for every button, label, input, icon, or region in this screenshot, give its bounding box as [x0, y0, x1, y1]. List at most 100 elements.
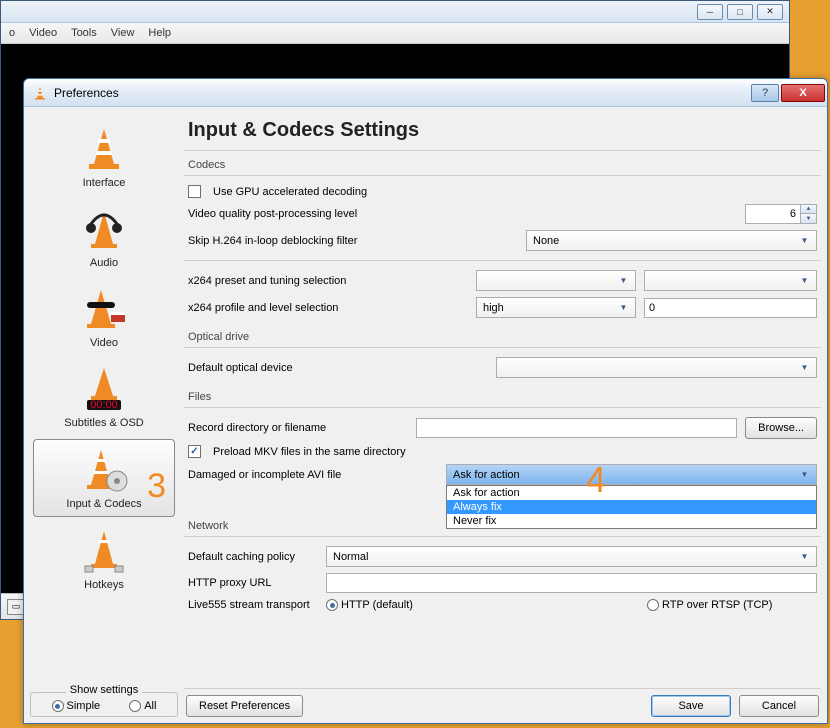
- dialog-footer: Reset Preferences Save Cancel: [184, 688, 821, 717]
- default-optical-combo[interactable]: ▼: [496, 357, 817, 378]
- dialog-titlebar: Preferences ? X: [24, 79, 827, 107]
- sidebar-item-interface[interactable]: Interface: [33, 119, 175, 195]
- chevron-down-icon: ▼: [797, 236, 812, 245]
- parent-menubar: o Video Tools View Help: [1, 23, 789, 44]
- spinner-up-icon[interactable]: ▲: [801, 205, 816, 214]
- menu-item[interactable]: o: [9, 27, 15, 39]
- radio-icon: [647, 599, 659, 611]
- live555-http-radio[interactable]: HTTP (default): [326, 599, 496, 611]
- annotation-3: 3: [147, 467, 166, 506]
- avi-dropdown-list: Ask for action Always fix Never fix: [446, 485, 817, 529]
- x264-preset-label: x264 preset and tuning selection: [188, 275, 468, 287]
- x264-profile-label: x264 profile and level selection: [188, 302, 468, 314]
- dialog-close-button[interactable]: X: [781, 84, 825, 102]
- menu-item[interactable]: Tools: [71, 27, 97, 39]
- sidebar-item-hotkeys[interactable]: Hotkeys: [33, 521, 175, 597]
- x264-tuning-combo[interactable]: ▼: [644, 270, 817, 291]
- avi-option-ask[interactable]: Ask for action: [447, 486, 816, 500]
- cone-keys-icon: [78, 525, 130, 577]
- menu-item[interactable]: Video: [29, 27, 57, 39]
- group-network: Network Default caching policy Normal▼ H…: [184, 518, 821, 614]
- vlc-cone-icon: [32, 85, 48, 101]
- combo-value: None: [533, 235, 797, 247]
- proxy-input[interactable]: [326, 573, 817, 593]
- combo-value: Normal: [333, 551, 797, 563]
- cone-glasses-icon: [78, 283, 130, 335]
- record-dir-label: Record directory or filename: [188, 422, 408, 434]
- cone-disc-icon: [78, 444, 130, 496]
- radio-icon: [52, 700, 64, 712]
- caching-label: Default caching policy: [188, 551, 318, 563]
- combo-value: Ask for action: [453, 469, 797, 481]
- parent-titlebar: ─ □ ✕: [1, 1, 789, 23]
- settings-panel: Input & Codecs Settings Codecs Use GPU a…: [184, 113, 821, 717]
- chevron-down-icon: ▼: [797, 276, 812, 285]
- sidebar-item-label: Hotkeys: [84, 579, 124, 591]
- cone-headphones-icon: [78, 203, 130, 255]
- live555-label: Live555 stream transport: [188, 599, 318, 611]
- group-files: Files Record directory or filename Brows…: [184, 389, 821, 488]
- video-quality-input[interactable]: [745, 204, 801, 224]
- preferences-dialog: Preferences ? X Interface Audio Video: [23, 78, 828, 724]
- sidebar-item-label: Interface: [83, 177, 126, 189]
- avi-label: Damaged or incomplete AVI file: [188, 469, 438, 481]
- parent-close-button[interactable]: ✕: [757, 4, 783, 20]
- show-settings-all-radio[interactable]: All: [129, 700, 156, 712]
- show-settings-simple-radio[interactable]: Simple: [52, 700, 101, 712]
- sidebar-item-label: Video: [90, 337, 118, 349]
- menu-item[interactable]: View: [111, 27, 135, 39]
- chevron-down-icon: ▼: [616, 303, 631, 312]
- spinner-down-icon[interactable]: ▼: [801, 214, 816, 223]
- menu-item[interactable]: Help: [148, 27, 171, 39]
- sidebar-item-subtitles[interactable]: 00:00 Subtitles & OSD: [33, 359, 175, 435]
- browse-button[interactable]: Browse...: [745, 417, 817, 439]
- page-title: Input & Codecs Settings: [184, 113, 821, 150]
- live555-rtp-radio[interactable]: RTP over RTSP (TCP): [647, 599, 817, 611]
- preload-mkv-checkbox[interactable]: [188, 445, 201, 458]
- show-settings-group: Show settings Simple All: [30, 692, 178, 717]
- video-quality-spinner[interactable]: ▲▼: [745, 204, 817, 224]
- annotation-4: 4: [586, 459, 606, 501]
- avi-combo[interactable]: Ask for action ▼ Ask for action Always f…: [446, 464, 817, 485]
- sidebar-item-audio[interactable]: Audio: [33, 199, 175, 275]
- radio-label: All: [144, 700, 156, 712]
- group-title: Files: [184, 389, 821, 407]
- parent-minimize-button[interactable]: ─: [697, 4, 723, 20]
- save-button[interactable]: Save: [651, 695, 731, 717]
- cone-icon: [78, 123, 130, 175]
- x264-preset-combo[interactable]: ▼: [476, 270, 636, 291]
- radio-label: HTTP (default): [341, 599, 413, 611]
- default-optical-label: Default optical device: [188, 362, 488, 374]
- dialog-title: Preferences: [54, 86, 751, 100]
- sidebar-item-label: Input & Codecs: [66, 498, 141, 510]
- avi-option-always[interactable]: Always fix: [447, 500, 816, 514]
- preload-mkv-label: Preload MKV files in the same directory: [213, 446, 406, 458]
- radio-label: RTP over RTSP (TCP): [662, 599, 772, 611]
- caching-combo[interactable]: Normal▼: [326, 546, 817, 567]
- svg-text:00:00: 00:00: [90, 399, 118, 411]
- gpu-decoding-label: Use GPU accelerated decoding: [213, 186, 367, 198]
- skip-h264-combo[interactable]: None ▼: [526, 230, 817, 251]
- chevron-down-icon: ▼: [797, 363, 812, 372]
- group-title: Codecs: [184, 157, 821, 175]
- sidebar-item-label: Subtitles & OSD: [64, 417, 143, 429]
- category-sidebar: Interface Audio Video 00:00 Subtitles & …: [30, 113, 178, 717]
- dialog-help-button[interactable]: ?: [751, 84, 779, 102]
- reset-preferences-button[interactable]: Reset Preferences: [186, 695, 303, 717]
- proxy-label: HTTP proxy URL: [188, 577, 318, 589]
- avi-option-never[interactable]: Never fix: [447, 514, 816, 528]
- x264-level-input[interactable]: [644, 298, 817, 318]
- radio-label: Simple: [67, 700, 101, 712]
- chevron-down-icon: ▼: [797, 470, 812, 479]
- sidebar-item-video[interactable]: Video: [33, 279, 175, 355]
- group-optical: Optical drive Default optical device ▼: [184, 329, 821, 381]
- parent-maximize-button[interactable]: □: [727, 4, 753, 20]
- x264-profile-combo[interactable]: high▼: [476, 297, 636, 318]
- gpu-decoding-checkbox[interactable]: [188, 185, 201, 198]
- group-title: Optical drive: [184, 329, 821, 347]
- record-dir-input[interactable]: [416, 418, 737, 438]
- sidebar-item-label: Audio: [90, 257, 118, 269]
- cancel-button[interactable]: Cancel: [739, 695, 819, 717]
- video-quality-label: Video quality post-processing level: [188, 208, 518, 220]
- sidebar-item-input-codecs[interactable]: Input & Codecs 3: [33, 439, 175, 517]
